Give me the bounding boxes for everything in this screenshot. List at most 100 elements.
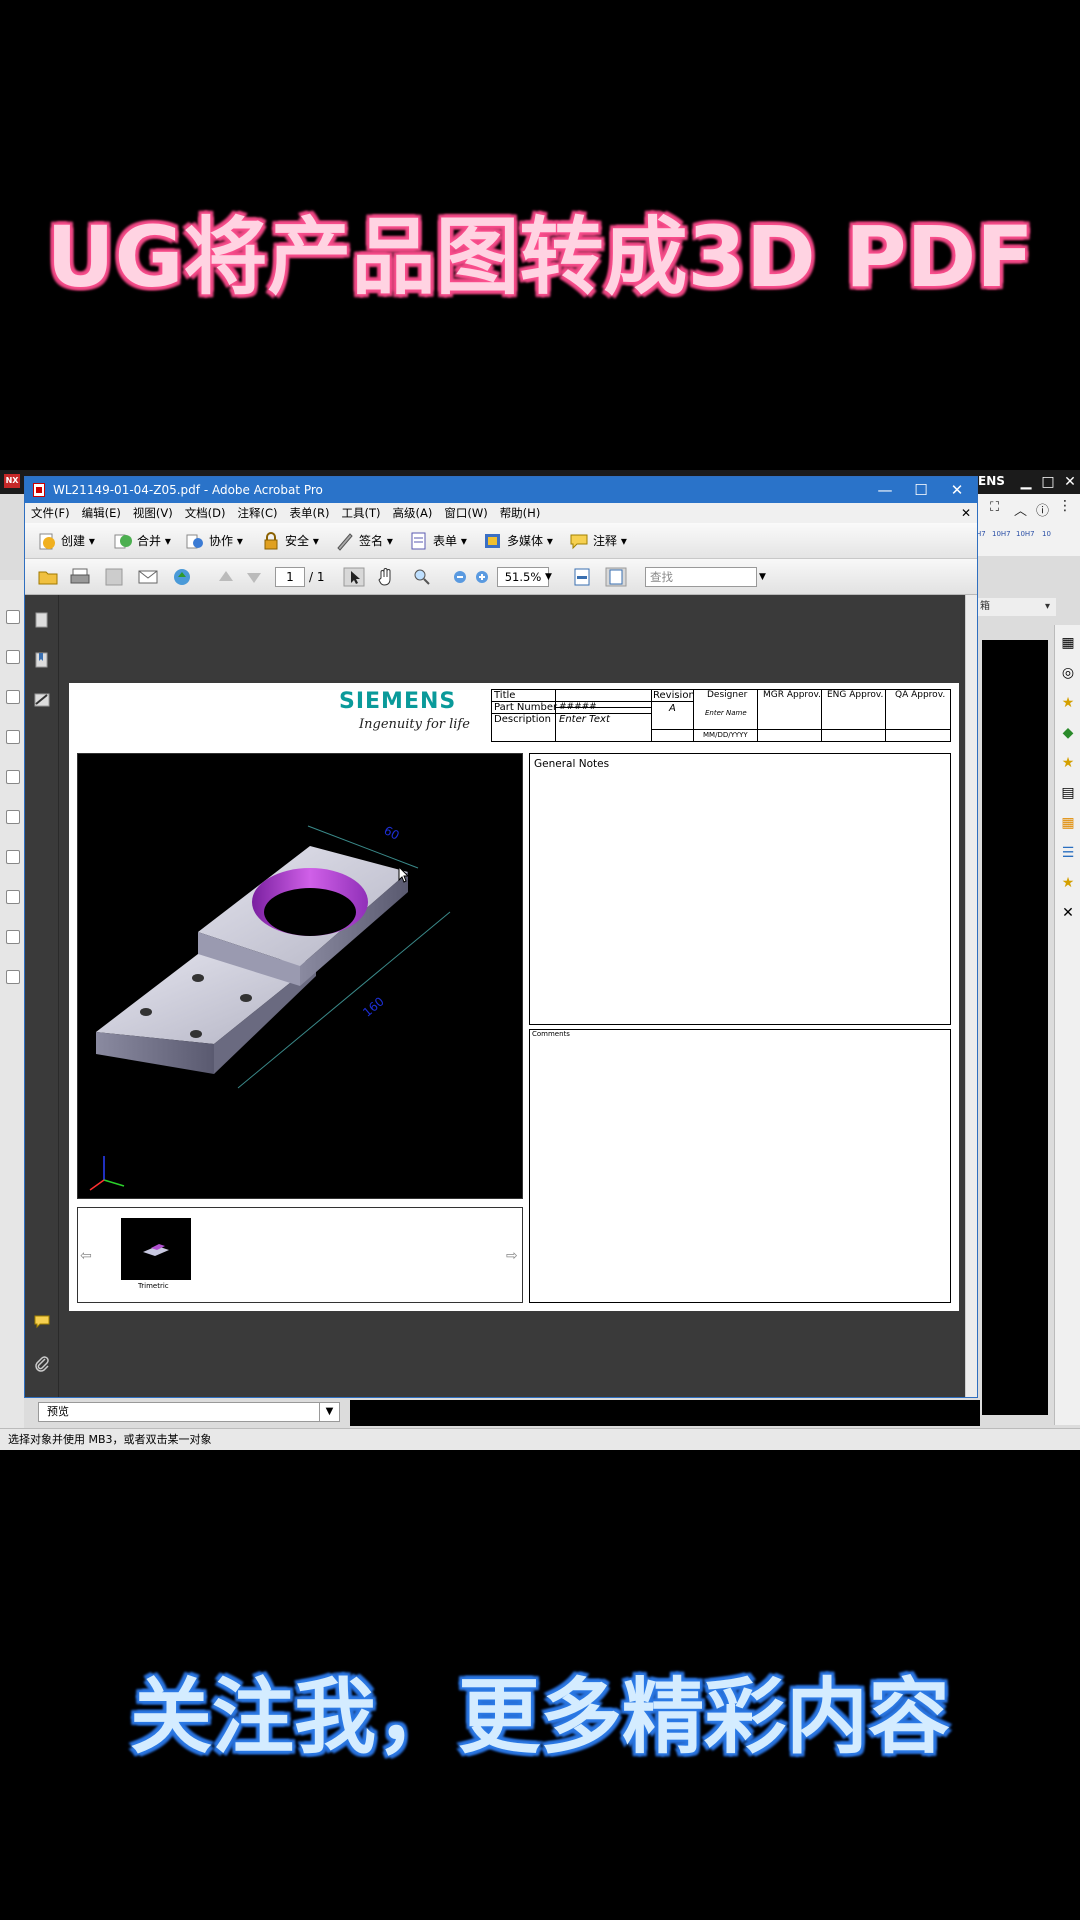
zoom-level-field[interactable]: 51.5% [497,567,549,587]
sign-label: 签名 [359,534,384,548]
title-label: Title [494,690,516,701]
signatures-icon[interactable] [33,691,51,709]
fit-width-icon[interactable] [571,567,593,587]
navigation-toolbar: 1 / 1 51.5% ▼ 查找 ▼ [25,559,977,595]
part-navigator-icon[interactable] [6,610,20,624]
zoom-out-icon[interactable] [449,567,471,587]
previous-page-icon[interactable] [215,567,237,587]
star-icon[interactable]: ★ [1060,755,1076,771]
secure-button[interactable]: 安全 ▾ [261,531,319,551]
forms-button[interactable]: 表单 ▾ [409,531,467,551]
tools-icon[interactable]: ✕ [1060,905,1076,921]
scroll-right-arrow-icon[interactable]: ⇨ [506,1248,518,1264]
pages-icon[interactable] [33,611,51,629]
combine-button[interactable]: 合并 ▾ [113,531,171,551]
assembly-navigator-icon[interactable] [6,650,20,664]
3d-part-model [89,825,451,1191]
star-icon[interactable]: ★ [1060,695,1076,711]
multimedia-button[interactable]: 多媒体 ▾ [483,531,553,551]
date-value: MM/DD/YYYY [703,731,748,739]
clipboard-icon[interactable]: ▤ [1060,785,1076,801]
shape-icon[interactable]: ◆ [1060,725,1076,741]
fullscreen-icon[interactable]: ⛶ [990,500,999,515]
close-button[interactable]: ✕ [939,477,975,503]
menu-help[interactable]: 帮助(H) [494,503,547,523]
vertical-scrollbar[interactable] [965,595,977,1397]
acrobat-window: WL21149-01-04-Z05.pdf - Adobe Acrobat Pr… [24,476,978,1398]
hole-callout-2[interactable]: 10H7 [992,530,1011,538]
3d-model-viewport[interactable]: 60 160 [77,753,523,1199]
collaborate-button[interactable]: 协作 ▾ [185,531,243,551]
find-dropdown-icon[interactable]: ▼ [759,567,766,587]
menu-forms[interactable]: 表单(R) [284,503,336,523]
zoom-dropdown-icon[interactable]: ▼ [545,567,552,587]
nx-maximize-button[interactable]: □ [1038,472,1058,492]
nx-minimize-button[interactable]: ▁ [1016,472,1036,492]
mounting-hole [190,1030,202,1038]
email-icon[interactable] [137,567,159,587]
close-document-icon[interactable]: ✕ [961,503,971,523]
nx-status-text: 选择对象并使用 MB3，或者双击某一对象 [8,1433,212,1446]
acrobat-title-bar[interactable]: WL21149-01-04-Z05.pdf - Adobe Acrobat Pr… [25,477,977,503]
hand-tool-icon[interactable] [375,567,397,587]
menu-tools[interactable]: 工具(T) [336,503,387,523]
eye-off-icon[interactable]: ◎ [1060,665,1076,681]
minimize-button[interactable]: — [867,477,903,503]
menu-advanced[interactable]: 高级(A) [387,503,439,523]
menu-file[interactable]: 文件(F) [25,503,76,523]
menu-edit[interactable]: 编辑(E) [76,503,127,523]
help-icon[interactable]: ⓘ [1036,500,1049,519]
zoom-tool-icon[interactable] [411,567,433,587]
print-icon[interactable] [69,567,91,587]
settings-icon[interactable]: ⋮ [1058,498,1072,514]
zoom-in-icon[interactable] [471,567,493,587]
nx-filter-dropdown[interactable]: 箱 ▾ [976,598,1056,616]
menu-view[interactable]: 视图(V) [127,503,179,523]
reuse-library-icon[interactable] [6,770,20,784]
bookmarks-icon[interactable] [33,651,51,669]
open-folder-icon[interactable] [37,567,59,587]
save-icon[interactable] [103,567,125,587]
web-browser-icon[interactable] [6,810,20,824]
sign-button[interactable]: 签名 ▾ [335,531,393,551]
menu-window[interactable]: 窗口(W) [438,503,493,523]
secure-label: 安全 [285,534,310,548]
roles-icon[interactable] [6,850,20,864]
process-studio-icon[interactable] [6,930,20,944]
layers-icon[interactable]: ☰ [1060,845,1076,861]
scroll-left-arrow-icon[interactable]: ⇦ [80,1248,92,1264]
comments-pane-icon[interactable] [33,1313,51,1331]
history-icon[interactable] [6,730,20,744]
upload-globe-icon[interactable] [171,567,193,587]
find-input[interactable]: 查找 [645,567,757,587]
nx-status-bar: 选择对象并使用 MB3，或者双击某一对象 [0,1428,1080,1450]
mounting-hole [192,974,204,982]
star-icon[interactable]: ★ [1060,875,1076,891]
maximize-button[interactable]: ☐ [903,477,939,503]
table-icon[interactable]: ▦ [1060,815,1076,831]
constraint-navigator-icon[interactable] [6,690,20,704]
page-number-input[interactable]: 1 [275,567,305,587]
nx-brand-text: ENS [978,474,1005,488]
manufacturing-wizard-icon[interactable] [6,970,20,984]
preview-dropdown[interactable]: 预览 ▼ [38,1402,340,1422]
chevron-up-icon[interactable]: ︿ [1014,500,1027,519]
comment-button[interactable]: 注释 ▾ [569,531,627,551]
nx-graphics-area[interactable] [982,640,1048,1415]
fit-page-icon[interactable] [605,567,627,587]
attachment-paperclip-icon[interactable] [33,1355,51,1373]
revision-value: A [669,703,676,714]
select-cursor-icon[interactable] [343,567,365,587]
menu-comments[interactable]: 注释(C) [232,503,284,523]
eng-approval-label: ENG Approv. [827,690,884,700]
trimetric-view-thumbnail[interactable] [121,1218,191,1280]
create-button[interactable]: 创建 ▾ [37,531,95,551]
menu-document[interactable]: 文档(D) [179,503,232,523]
system-materials-icon[interactable] [6,890,20,904]
designer-label: Designer [707,690,748,700]
grid-icon[interactable]: ▦ [1060,635,1076,651]
next-page-icon[interactable] [243,567,265,587]
nx-close-button[interactable]: ✕ [1060,472,1080,492]
hole-callout-3[interactable]: 10H7 [1016,530,1035,538]
hole-callout-4[interactable]: 10 [1042,530,1051,538]
